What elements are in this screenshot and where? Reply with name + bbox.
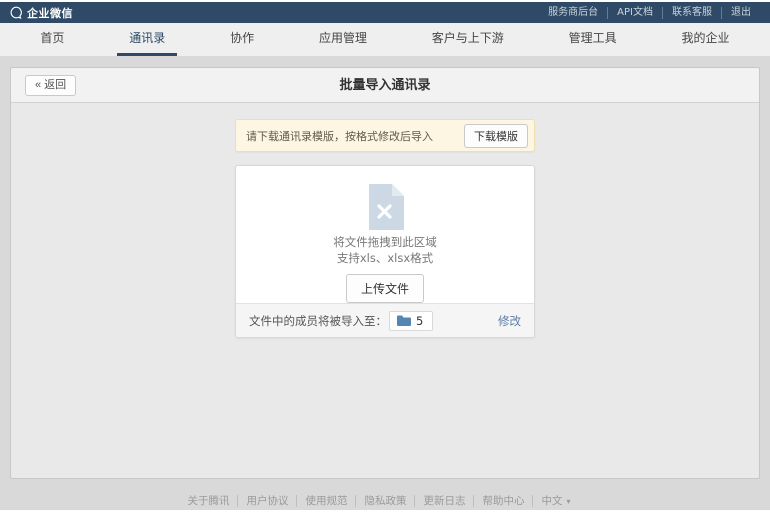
tab-customers[interactable]: 客户与上下游 xyxy=(420,23,516,56)
page-header-strip: « 返回 批量导入通讯录 xyxy=(11,68,759,103)
template-notice-text: 请下载通讯录模版，按格式修改后导入 xyxy=(246,128,433,144)
wecom-logo-icon xyxy=(10,6,23,19)
content-container: « 返回 批量导入通讯录 请下载通讯录模版，按格式修改后导入 下载模版 xyxy=(10,67,760,479)
topbar-link-logout[interactable]: 退出 xyxy=(721,7,760,19)
import-widget: 请下载通讯录模版，按格式修改后导入 下载模版 将文件拖拽到此区域 支持xls、x… xyxy=(235,119,535,338)
file-dropzone[interactable]: 将文件拖拽到此区域 支持xls、xlsx格式 上传文件 xyxy=(236,166,534,303)
language-dropdown-arrow[interactable]: ▾ xyxy=(566,497,570,506)
page: 企业微信 服务商后台 API文档 联系客服 退出 首页 通讯录 协作 应用管理 … xyxy=(0,0,770,518)
footer-link-about-tencent[interactable]: 关于腾讯 xyxy=(179,495,237,507)
topbar-link-contact-support[interactable]: 联系客服 xyxy=(662,7,721,19)
import-target-label: 文件中的成员将被导入至： xyxy=(249,313,387,329)
tab-my-enterprise[interactable]: 我的企业 xyxy=(669,23,741,56)
tab-app-management[interactable]: 应用管理 xyxy=(307,23,379,56)
site-footer: 关于腾讯 用户协议 使用规范 隐私政策 更新日志 帮助中心 中文 ▾ xyxy=(0,489,750,508)
language-selector[interactable]: 中文 xyxy=(532,495,570,507)
bottom-margin xyxy=(0,510,770,518)
page-canvas: « 返回 批量导入通讯录 请下载通讯录模版，按格式修改后导入 下载模版 xyxy=(0,57,770,510)
nav-tabbar: 首页 通讯录 协作 应用管理 客户与上下游 管理工具 我的企业 xyxy=(0,23,770,57)
tab-admin-tools[interactable]: 管理工具 xyxy=(557,23,629,56)
brand-name: 企业微信 xyxy=(27,5,73,21)
tab-home[interactable]: 首页 xyxy=(28,23,76,56)
back-button[interactable]: « 返回 xyxy=(25,75,76,96)
brand: 企业微信 xyxy=(10,5,73,21)
department-value: 5 xyxy=(416,314,423,328)
format-hint: 支持xls、xlsx格式 xyxy=(236,250,534,266)
page-title: 批量导入通讯录 xyxy=(11,68,759,103)
footer-link-user-agreement[interactable]: 用户协议 xyxy=(237,495,296,507)
modify-target-link[interactable]: 修改 xyxy=(498,313,521,329)
topbar-link-provider-console[interactable]: 服务商后台 xyxy=(539,7,607,19)
template-notice: 请下载通讯录模版，按格式修改后导入 下载模版 xyxy=(235,119,535,152)
topbar: 企业微信 服务商后台 API文档 联系客服 退出 xyxy=(0,2,770,23)
excel-file-icon xyxy=(366,184,404,230)
download-template-button[interactable]: 下载模版 xyxy=(464,124,528,148)
footer-link-changelog[interactable]: 更新日志 xyxy=(414,495,473,507)
footer-link-privacy-policy[interactable]: 隐私政策 xyxy=(355,495,414,507)
import-target-bar: 文件中的成员将被导入至： 5 修改 xyxy=(236,303,534,337)
tab-collaboration[interactable]: 协作 xyxy=(218,23,266,56)
topbar-links: 服务商后台 API文档 联系客服 退出 xyxy=(539,7,760,19)
department-box[interactable]: 5 xyxy=(389,311,433,331)
upload-card: 将文件拖拽到此区域 支持xls、xlsx格式 上传文件 文件中的成员将被导入至：… xyxy=(235,165,535,338)
upload-file-button[interactable]: 上传文件 xyxy=(346,274,424,303)
footer-link-help-center[interactable]: 帮助中心 xyxy=(473,495,532,507)
drag-hint: 将文件拖拽到此区域 xyxy=(236,234,534,250)
topbar-link-api-docs[interactable]: API文档 xyxy=(607,7,662,19)
tab-contacts[interactable]: 通讯录 xyxy=(117,23,177,56)
folder-icon xyxy=(397,315,411,326)
footer-link-usage-rules[interactable]: 使用规范 xyxy=(296,495,355,507)
